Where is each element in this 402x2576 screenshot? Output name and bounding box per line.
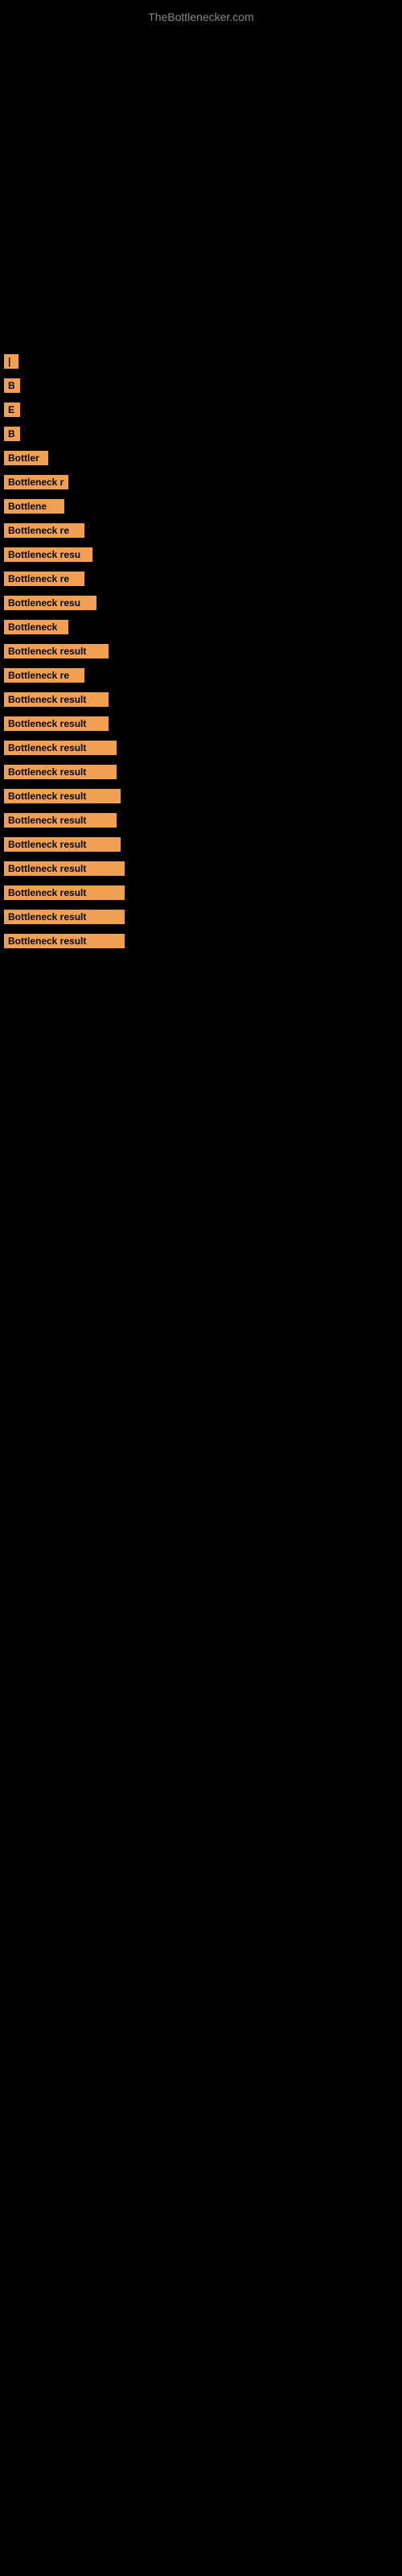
bottleneck-label-21: Bottleneck result (4, 861, 125, 876)
bottleneck-label-13: Bottleneck re (4, 668, 84, 683)
bottleneck-label-19: Bottleneck result (4, 813, 117, 828)
bottleneck-label-22: Bottleneck result (4, 886, 125, 900)
bottleneck-label-1: B (4, 378, 20, 393)
site-title: TheBottlenecker.com (0, 4, 402, 30)
bottleneck-label-11: Bottleneck (4, 620, 68, 634)
bottleneck-label-7: Bottleneck re (4, 523, 84, 538)
bottleneck-label-14: Bottleneck result (4, 692, 109, 707)
bottleneck-label-10: Bottleneck resu (4, 596, 96, 610)
bottleneck-label-16: Bottleneck result (4, 741, 117, 755)
bottleneck-label-17: Bottleneck result (4, 765, 117, 779)
content-area: | BEB Bottler Bottleneck r Bottlene Bottlenec… (0, 354, 402, 958)
bottleneck-label-8: Bottleneck resu (4, 547, 92, 562)
bottleneck-label-24: Bottleneck result (4, 934, 125, 948)
bottleneck-label-3: B (4, 427, 20, 441)
bottleneck-label-2: E (4, 402, 20, 417)
bottleneck-label-6: Bottlene (4, 499, 64, 514)
bottleneck-label-0: | (4, 354, 18, 369)
bottleneck-label-15: Bottleneck result (4, 716, 109, 731)
bottleneck-label-23: Bottleneck result (4, 910, 125, 924)
bottleneck-label-9: Bottleneck re (4, 572, 84, 586)
bottleneck-label-12: Bottleneck result (4, 644, 109, 658)
bottleneck-label-4: Bottler (4, 451, 48, 465)
bottleneck-label-18: Bottleneck result (4, 789, 121, 803)
bottleneck-label-5: Bottleneck r (4, 475, 68, 489)
bottleneck-label-20: Bottleneck result (4, 837, 121, 852)
